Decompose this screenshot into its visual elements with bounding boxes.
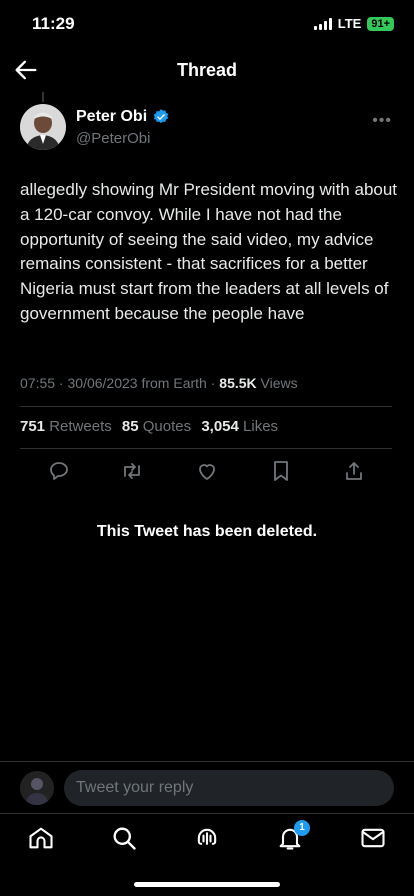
tweet-time: 07:55 [20,375,56,391]
author-avatar[interactable] [20,104,66,150]
bottom-tab-bar: 1 [0,813,414,864]
author-name[interactable]: Peter Obi [76,108,147,126]
thread-header: Thread [0,48,414,92]
like-heart-icon[interactable] [195,459,219,483]
more-options-icon[interactable]: ••• [372,112,392,130]
quotes-count: 85 [121,418,139,435]
tweet-stats: 751 Retweets 85 Quotes 3,054 Likes [20,418,278,435]
divider [20,406,392,407]
reply-input[interactable] [64,770,394,806]
likes-stat[interactable]: 3,054 Likes [201,418,278,435]
notifications-tab[interactable]: 1 [276,820,310,852]
status-indicators: LTE 91+ [313,16,394,31]
tweet-date: 30/06/2023 [67,375,138,391]
author-name-row[interactable]: Peter Obi [76,108,170,126]
share-icon[interactable] [342,459,366,483]
likes-count: 3,054 [201,418,239,435]
divider [20,448,392,449]
reply-bar [0,761,414,814]
battery-icon: 91+ [367,16,394,31]
likes-label: Likes [243,418,279,435]
retweets-label: Retweets [49,418,112,435]
tweet-source: from Earth [141,375,207,391]
reply-icon[interactable] [47,459,71,483]
verified-badge-icon [153,109,169,124]
tweet-meta: 07:55 · 30/06/2023 from Earth · 85.5K Vi… [20,375,298,391]
views-label: Views [260,375,298,391]
views-count: 85.5K [219,375,257,391]
author-handle[interactable]: @PeterObi [76,130,150,147]
retweet-icon[interactable] [120,459,144,483]
page-title: Thread [176,60,237,80]
retweets-stat[interactable]: 751 Retweets [20,418,112,435]
notifications-badge: 1 [294,820,310,836]
network-label: LTE [337,16,362,31]
status-bar: 11:29 LTE 91+ [0,0,414,48]
retweets-count: 751 [20,418,46,435]
tweet-actions [0,459,414,489]
thread-connector-line [42,92,44,102]
search-icon[interactable] [110,824,138,852]
deleted-tweet-notice: This Tweet has been deleted. [96,523,318,540]
spaces-icon[interactable] [193,824,221,852]
status-time: 11:29 [32,14,75,33]
quotes-label: Quotes [142,418,192,435]
bookmark-icon[interactable] [269,459,293,483]
messages-icon[interactable] [359,824,387,852]
home-icon[interactable] [27,824,55,852]
quotes-stat[interactable]: 85 Quotes [122,418,191,435]
home-indicator [134,882,280,887]
user-avatar[interactable] [20,771,54,805]
signal-icon [313,17,332,30]
tweet-text: allegedly showing Mr President moving wi… [20,180,398,323]
